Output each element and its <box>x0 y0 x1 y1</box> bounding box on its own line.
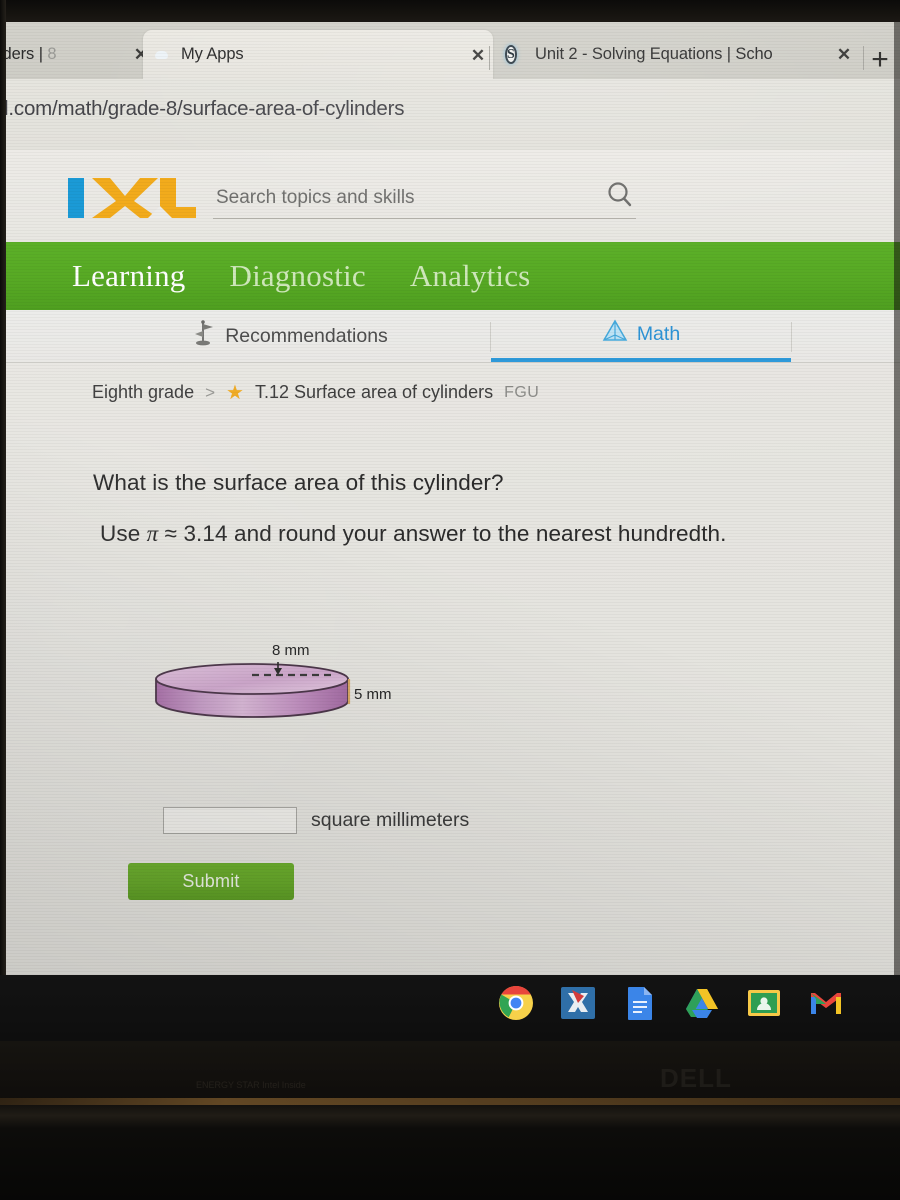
new-tab-button[interactable]: + <box>867 45 893 75</box>
question-line-2-prefix: Use <box>100 521 147 546</box>
pi-symbol: π <box>146 521 159 546</box>
question-line-2: Use π ≈ 3.14 and round your answer to th… <box>100 521 727 547</box>
tab-close-icon[interactable]: ✕ <box>836 45 852 65</box>
breadcrumb: Eighth grade > ★ T.12 Surface area of cy… <box>92 382 539 403</box>
pyramid-icon <box>602 318 628 350</box>
taskbar-icons <box>496 983 846 1023</box>
tab-title: cylinders | 8 <box>0 45 57 63</box>
tab-close-icon-my-apps[interactable]: ✕ <box>470 46 486 66</box>
active-nav-indicator <box>147 206 173 219</box>
nav-item-analytics[interactable]: Analytics <box>410 258 531 294</box>
main-nav-bar: Learning Diagnostic Analytics <box>0 242 900 310</box>
chevron-right-icon: > <box>205 382 216 402</box>
radius-label: 8 mm <box>272 642 310 659</box>
star-icon[interactable]: ★ <box>226 383 244 403</box>
screen-bezel-left <box>0 0 6 975</box>
chrome-icon[interactable] <box>496 983 536 1023</box>
ixl-logo[interactable] <box>68 177 196 219</box>
ixl-page: Learning Diagnostic Analytics <box>0 150 900 975</box>
laptop-hinge-strip <box>0 1098 900 1105</box>
cloud-icon <box>151 44 172 65</box>
main-nav-items: Learning Diagnostic Analytics <box>72 242 530 310</box>
laptop-brand-logo: DELL <box>660 1063 732 1093</box>
tab-divider <box>489 46 490 70</box>
nav-item-diagnostic[interactable]: Diagnostic <box>230 258 366 294</box>
sub-tab-bar: Recommendations Math <box>0 310 900 363</box>
laptop-screen: cylinders | 8 ✕ My Apps S Unit 2 - Solvi… <box>0 22 900 975</box>
nav-item-learning[interactable]: Learning <box>72 258 186 294</box>
os-taskbar <box>0 975 900 1041</box>
browser-tab-my-apps[interactable]: My Apps <box>143 30 493 79</box>
ixl-header <box>0 150 900 242</box>
gmail-icon[interactable] <box>806 983 846 1023</box>
laptop-photo: cylinders | 8 ✕ My Apps S Unit 2 - Solvi… <box>0 0 900 1200</box>
tab-recommendations[interactable]: Recommendations <box>90 310 490 362</box>
sub-tab-divider <box>490 322 491 352</box>
answer-unit-label: square millimeters <box>311 809 470 831</box>
schoology-s-icon: S <box>505 45 517 64</box>
browser-tab-strip: cylinders | 8 ✕ My Apps S Unit 2 - Solvi… <box>0 22 900 79</box>
signpost-icon <box>192 320 216 352</box>
tab-recommendations-label: Recommendations <box>225 324 388 347</box>
cylinder-figure: 8 mm 5 mm <box>150 642 410 752</box>
google-classroom-icon[interactable] <box>744 983 784 1023</box>
answer-input[interactable] <box>163 807 297 834</box>
answer-row: square millimeters <box>163 807 469 834</box>
submit-button[interactable]: Submit <box>128 863 294 900</box>
skill-code: FGU <box>504 383 540 401</box>
url-text: xl.com/math/grade-8/surface-area-of-cyli… <box>0 97 405 120</box>
breadcrumb-grade[interactable]: Eighth grade <box>92 382 194 403</box>
question-line-2-suffix: ≈ 3.14 and round your answer to the near… <box>158 521 727 546</box>
screen-edge-shadow <box>894 22 900 975</box>
tab-title: My Apps <box>181 45 244 63</box>
sub-tab-divider <box>791 322 792 352</box>
tab-title: Unit 2 - Solving Equations | Scho <box>535 45 773 63</box>
browser-tab-cylinders[interactable]: cylinders | 8 ✕ <box>0 30 157 79</box>
google-docs-icon[interactable] <box>620 983 660 1023</box>
tab-math[interactable]: Math <box>491 310 791 362</box>
laptop-spec-sticker: ENERGY STAR Intel Inside <box>196 1080 306 1090</box>
height-label: 5 mm <box>354 686 392 703</box>
google-drive-icon[interactable] <box>682 983 722 1023</box>
search-container[interactable] <box>213 182 636 219</box>
question-line-1: What is the surface area of this cylinde… <box>93 470 504 495</box>
browser-tab-unit-2[interactable]: S Unit 2 - Solving Equations | Scho ✕ <box>497 30 860 79</box>
ixl-icon[interactable] <box>558 983 598 1023</box>
breadcrumb-skill: T.12 Surface area of cylinders <box>254 382 494 402</box>
tab-divider <box>863 46 864 70</box>
tab-math-label: Math <box>636 322 681 345</box>
tab-title-dim: 8 <box>47 45 57 63</box>
browser-address-bar[interactable]: xl.com/math/grade-8/surface-area-of-cyli… <box>0 79 900 151</box>
search-icon[interactable] <box>605 180 635 210</box>
laptop-base: DELL ENERGY STAR Intel Inside <box>0 1041 900 1200</box>
screen-bezel-top <box>0 0 900 22</box>
search-input[interactable] <box>213 187 636 219</box>
